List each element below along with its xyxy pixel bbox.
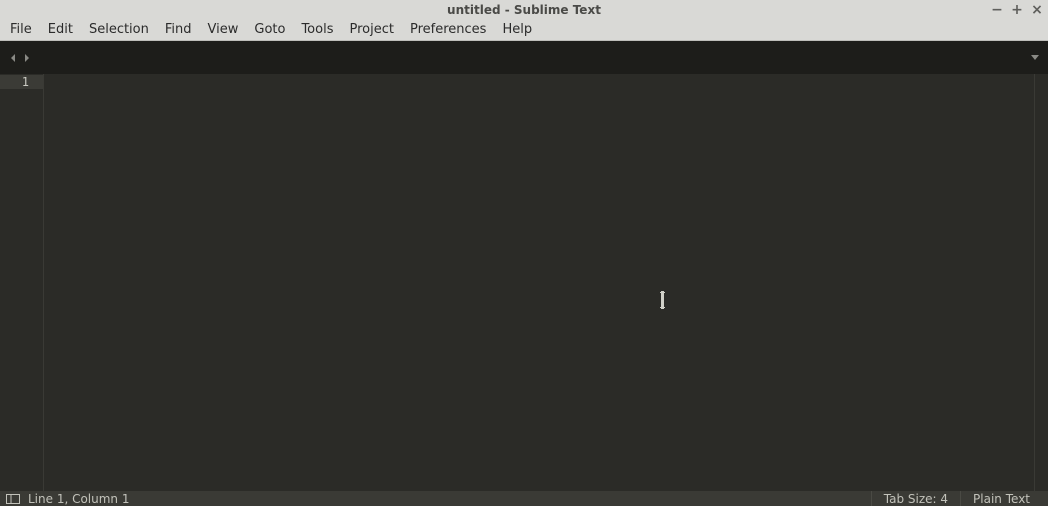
nav-forward-icon[interactable]	[20, 53, 34, 63]
window-controls: − + ×	[990, 0, 1044, 19]
tabbar	[0, 41, 1048, 74]
tab-menu-dropdown-icon[interactable]	[1030, 54, 1040, 62]
editor-area: 1	[0, 74, 1048, 491]
statusbar: Line 1, Column 1 Tab Size: 4 Plain Text	[0, 491, 1048, 506]
menu-view[interactable]: View	[200, 20, 247, 39]
menu-edit[interactable]: Edit	[40, 20, 81, 39]
nav-back-icon[interactable]	[6, 53, 20, 63]
minimize-icon[interactable]: −	[990, 2, 1004, 18]
menu-selection[interactable]: Selection	[81, 20, 157, 39]
line-number: 1	[0, 75, 43, 89]
minimap-scrollbar[interactable]	[1034, 74, 1048, 491]
menu-goto[interactable]: Goto	[246, 20, 293, 39]
text-cursor-icon	[662, 292, 663, 308]
menu-project[interactable]: Project	[341, 20, 401, 39]
menu-preferences[interactable]: Preferences	[402, 20, 494, 39]
menubar: File Edit Selection Find View Goto Tools…	[0, 19, 1048, 41]
code-area[interactable]	[44, 74, 1034, 491]
menu-file[interactable]: File	[2, 20, 40, 39]
menu-tools[interactable]: Tools	[293, 20, 341, 39]
status-syntax[interactable]: Plain Text	[960, 491, 1042, 506]
status-tab-size[interactable]: Tab Size: 4	[871, 491, 960, 506]
line-number-gutter: 1	[0, 74, 44, 491]
menu-help[interactable]: Help	[494, 20, 540, 39]
titlebar: untitled - Sublime Text − + ×	[0, 0, 1048, 19]
panel-switcher-icon[interactable]	[6, 494, 20, 504]
menu-find[interactable]: Find	[157, 20, 200, 39]
maximize-icon[interactable]: +	[1010, 2, 1024, 18]
window-title: untitled - Sublime Text	[447, 3, 601, 17]
close-icon[interactable]: ×	[1030, 2, 1044, 18]
status-position[interactable]: Line 1, Column 1	[28, 492, 871, 506]
